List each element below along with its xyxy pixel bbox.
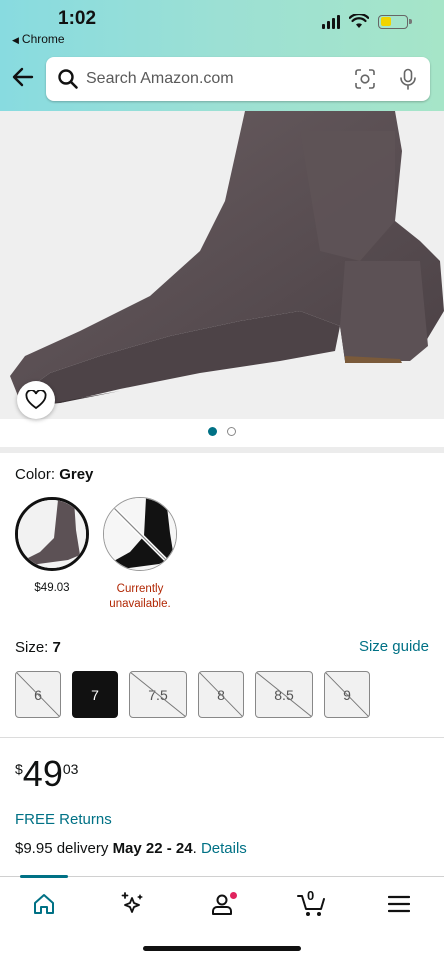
- grey-boot-thumbnail: [18, 500, 86, 568]
- camera-scan-icon[interactable]: [354, 68, 376, 90]
- selected-size: 7: [52, 639, 61, 656]
- product-image[interactable]: [0, 111, 444, 419]
- unavailable-slash: [130, 672, 186, 717]
- unavailable-slash: [256, 672, 312, 717]
- nav-home[interactable]: [24, 889, 64, 919]
- wishlist-button[interactable]: [17, 381, 55, 419]
- nav-account[interactable]: [202, 889, 242, 919]
- home-icon: [34, 894, 54, 914]
- pagination-dot-active[interactable]: [208, 427, 217, 436]
- swatch-unavailable-black: Currently unavailable.: [109, 583, 171, 610]
- wifi-icon: [349, 14, 369, 28]
- home-indicator[interactable]: [143, 946, 301, 951]
- size-option-8-5[interactable]: 8.5: [255, 671, 313, 718]
- price-fraction: 03: [62, 761, 79, 777]
- sparkle-icon: [121, 892, 143, 913]
- free-returns-link[interactable]: FREE Returns: [15, 811, 112, 828]
- black-boot-thumbnail: [104, 498, 176, 570]
- size-option-6[interactable]: 6: [15, 671, 61, 718]
- section-divider: [0, 447, 444, 453]
- search-icon: [58, 69, 78, 89]
- size-option-7-5[interactable]: 7.5: [129, 671, 187, 718]
- size-option-9[interactable]: 9: [324, 671, 370, 718]
- menu-icon: [388, 895, 410, 913]
- image-pagination: [0, 427, 444, 436]
- back-app-label: Chrome: [21, 32, 65, 46]
- active-tab-indicator: [20, 875, 68, 878]
- selected-color: Grey: [59, 466, 94, 483]
- size-label: Size: 7: [15, 639, 61, 656]
- heart-icon: [25, 390, 47, 410]
- price: $49 03: [15, 756, 78, 792]
- cart-count: 0: [307, 888, 315, 903]
- color-label: Color: Grey: [15, 466, 94, 483]
- delivery-details-link[interactable]: Details: [201, 840, 247, 857]
- boot-image: [10, 111, 444, 407]
- unavailable-slash: [16, 672, 60, 717]
- size-guide-link[interactable]: Size guide: [359, 638, 429, 655]
- cellular-signal-icon: [322, 14, 340, 29]
- status-icons: [322, 14, 412, 29]
- delivery-dates: May 22 - 24: [112, 840, 193, 857]
- color-swatch-black[interactable]: [103, 497, 177, 571]
- nav-cart[interactable]: 0: [292, 888, 332, 919]
- nav-ai[interactable]: [112, 889, 152, 919]
- delivery-info: $9.95 delivery May 22 - 24. Details: [15, 840, 247, 857]
- microphone-icon[interactable]: [398, 68, 418, 90]
- price-currency: $: [15, 761, 23, 777]
- size-option-8[interactable]: 8: [198, 671, 244, 718]
- back-triangle-icon: ◀: [12, 35, 19, 45]
- section-divider: [0, 737, 444, 738]
- search-bar[interactable]: Search Amazon.com: [46, 57, 430, 101]
- price-whole: 49: [22, 753, 63, 794]
- color-swatch-grey[interactable]: [15, 497, 89, 571]
- status-time: 1:02: [58, 8, 97, 29]
- battery-icon: [378, 14, 412, 29]
- size-option-7[interactable]: 7: [72, 671, 118, 718]
- back-arrow-icon[interactable]: [10, 64, 36, 90]
- unavailable-slash: [325, 672, 369, 717]
- back-to-app-link[interactable]: ◀ Chrome: [12, 32, 65, 46]
- top-header: 1:02 ◀ Chrome Search Amazon.com: [0, 0, 444, 111]
- pagination-dot[interactable]: [227, 427, 236, 436]
- nav-menu[interactable]: [379, 889, 419, 919]
- size-options: 6 7 7.5 8 8.5 9: [15, 671, 370, 718]
- swatch-price-grey: $49.03: [34, 582, 70, 594]
- unavailable-slash: [199, 672, 243, 717]
- notification-dot: [230, 892, 237, 899]
- search-input[interactable]: Search Amazon.com: [86, 70, 354, 88]
